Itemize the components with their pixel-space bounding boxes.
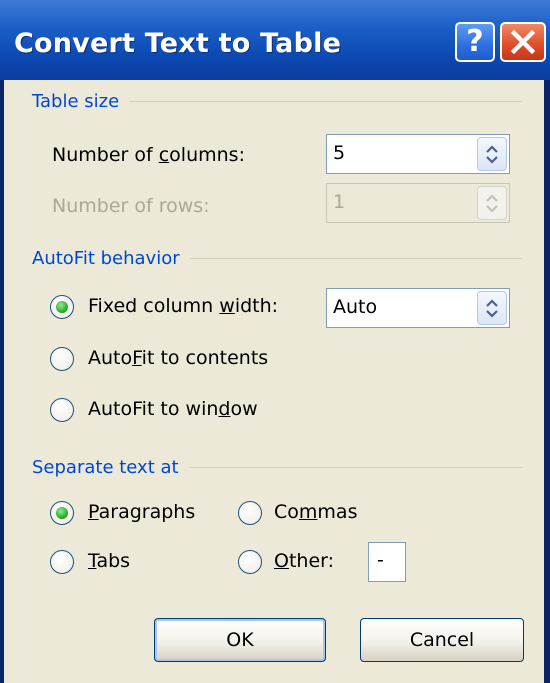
rows-value: 1 [333, 191, 346, 213]
dialog-body: Table size Number of columns: 5 Number o… [4, 80, 544, 683]
spin-down-icon [486, 155, 498, 164]
separate-group-title: Separate text at [32, 456, 179, 478]
columns-spin-button[interactable] [477, 137, 507, 171]
cancel-button[interactable]: Cancel [360, 618, 524, 662]
fixed-width-label[interactable]: Fixed column width: [88, 295, 278, 317]
table-size-group-header: Table size [32, 88, 522, 114]
columns-spinner[interactable]: 5 [326, 134, 510, 174]
dialog-title: Convert Text to Table [14, 28, 342, 59]
columns-label: Number of columns: [52, 144, 245, 166]
fixed-width-spinner[interactable]: Auto [326, 288, 510, 328]
close-button[interactable] [500, 22, 546, 62]
other-radio[interactable] [238, 550, 262, 574]
rows-label: Number of rows: [52, 195, 210, 217]
commas-label[interactable]: Commas [274, 501, 357, 523]
other-label[interactable]: Other: [274, 550, 334, 572]
other-separator-input[interactable]: - [368, 542, 406, 582]
paragraphs-label[interactable]: Paragraphs [88, 501, 195, 523]
autofit-window-label[interactable]: AutoFit to window [88, 398, 258, 420]
group-divider [129, 100, 522, 102]
autofit-contents-label[interactable]: AutoFit to contents [88, 347, 268, 369]
dialog-window: Convert Text to Table ? Table size Numbe… [0, 0, 550, 683]
other-separator-value: - [377, 549, 384, 571]
radio-selected-dot [56, 301, 68, 313]
autofit-group-title: AutoFit behavior [32, 247, 180, 269]
autofit-group-header: AutoFit behavior [32, 245, 522, 271]
radio-selected-dot [56, 507, 68, 519]
separate-group-header: Separate text at [32, 454, 522, 480]
rows-spinner: 1 [326, 183, 510, 223]
paragraphs-radio[interactable] [50, 501, 74, 525]
help-button[interactable]: ? [455, 22, 495, 62]
spin-up-icon [486, 144, 498, 153]
spin-up-icon [486, 298, 498, 307]
tabs-radio[interactable] [50, 550, 74, 574]
ok-button[interactable]: OK [154, 618, 326, 662]
table-size-group-title: Table size [32, 90, 120, 112]
autofit-window-radio[interactable] [50, 398, 74, 422]
title-bar[interactable]: Convert Text to Table ? [0, 0, 550, 80]
close-icon [510, 29, 536, 55]
help-icon: ? [466, 24, 484, 59]
fixed-width-spin-button[interactable] [477, 291, 507, 325]
columns-value[interactable]: 5 [333, 142, 345, 164]
group-divider [189, 257, 522, 259]
fixed-width-radio[interactable] [50, 295, 74, 319]
group-divider [188, 466, 522, 468]
spin-up-icon [486, 193, 498, 202]
spin-down-icon [486, 309, 498, 318]
rows-spin-button [477, 186, 507, 220]
autofit-contents-radio[interactable] [50, 347, 74, 371]
fixed-width-value[interactable]: Auto [333, 296, 377, 318]
commas-radio[interactable] [238, 501, 262, 525]
spin-down-icon [486, 204, 498, 213]
tabs-label[interactable]: Tabs [88, 550, 130, 572]
